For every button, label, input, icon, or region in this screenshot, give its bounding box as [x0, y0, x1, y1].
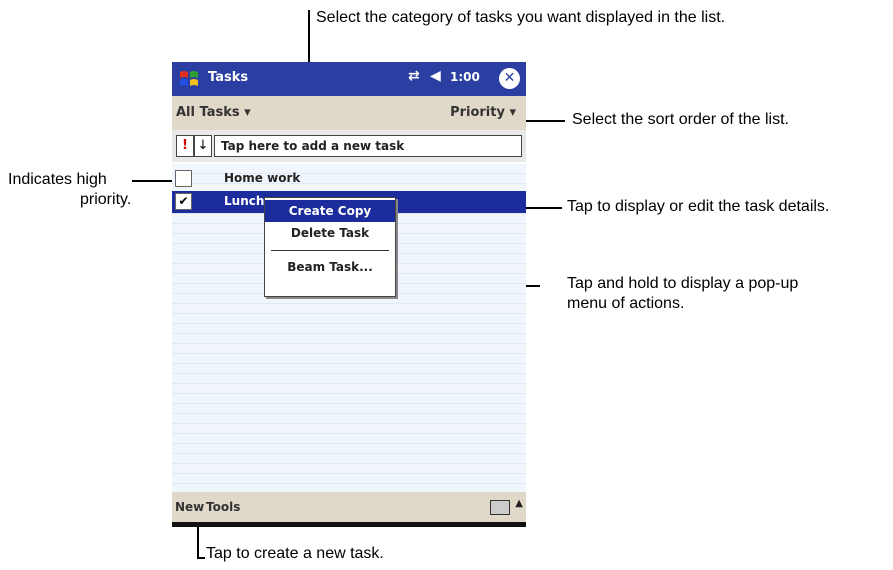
menu-divider	[271, 250, 389, 251]
input-panel-arrow-icon[interactable]: ▲	[515, 498, 523, 509]
callout-new: Tap to create a new task.	[206, 545, 384, 562]
menu-item-create-copy[interactable]: Create Copy	[265, 200, 395, 222]
callout-edit: Tap to display or edit the task details.	[567, 198, 830, 215]
windows-start-icon[interactable]	[178, 68, 200, 90]
leader-priority	[132, 180, 175, 182]
callout-priority-1: Indicates high	[8, 171, 107, 188]
clock-time[interactable]: 1:00	[450, 70, 480, 84]
menu-item-delete-task[interactable]: Delete Task	[265, 222, 395, 244]
list-item[interactable]: Home work	[172, 168, 526, 190]
leader-new-h	[197, 557, 205, 559]
callout-priority-2: priority.	[80, 191, 132, 208]
task-checkbox[interactable]	[175, 170, 192, 187]
low-priority-button[interactable]: ↓	[194, 135, 212, 157]
app-title: Tasks	[208, 70, 249, 85]
tools-menu[interactable]: Tools	[206, 500, 240, 514]
priority-button[interactable]: !	[176, 135, 194, 157]
task-label: Lunch	[224, 194, 265, 208]
menu-bar: New Tools ▲	[172, 492, 526, 522]
close-button[interactable]: ✕	[499, 68, 520, 89]
new-menu[interactable]: New	[175, 500, 204, 514]
speaker-icon[interactable]: ◀	[430, 68, 441, 84]
task-label: Home work	[224, 171, 301, 185]
add-task-input[interactable]: Tap here to add a new task	[214, 135, 522, 157]
connectivity-icon[interactable]: ⇄	[408, 68, 420, 84]
category-dropdown[interactable]: All Tasks ▾	[176, 105, 251, 120]
pda-screen: Tasks ⇄ ◀ 1:00 ✕ All Tasks ▾ Priority ▾ …	[172, 62, 526, 527]
context-menu: Create Copy Delete Task Beam Task...	[264, 197, 396, 297]
task-checkbox[interactable]: ✔	[175, 193, 192, 210]
callout-category: Select the category of tasks you want di…	[316, 9, 726, 26]
callout-hold-2: menu of actions.	[567, 295, 685, 312]
title-bar: Tasks ⇄ ◀ 1:00 ✕	[172, 62, 526, 96]
filter-bar: All Tasks ▾ Priority ▾	[172, 96, 526, 130]
callout-sort: Select the sort order of the list.	[572, 111, 789, 128]
sort-dropdown[interactable]: Priority ▾	[450, 105, 516, 120]
callout-hold-1: Tap and hold to display a pop-up	[567, 275, 799, 292]
menu-item-beam-task[interactable]: Beam Task...	[265, 256, 395, 278]
entry-bar: ! ↓ Tap here to add a new task	[172, 130, 526, 162]
bottom-edge	[172, 522, 526, 527]
keyboard-icon[interactable]	[490, 500, 510, 515]
